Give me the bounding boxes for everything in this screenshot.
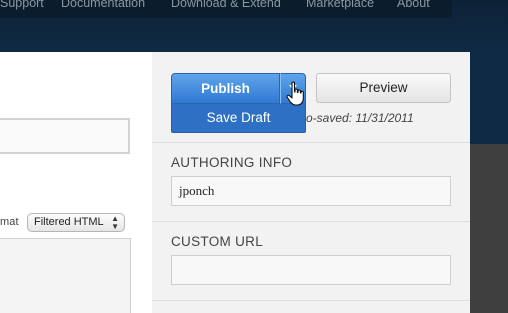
- preview-button[interactable]: Preview: [316, 73, 451, 103]
- autosave-status: o-saved: 11/31/2011: [306, 111, 414, 125]
- divider: [152, 142, 470, 143]
- page-background: [470, 52, 508, 144]
- text-format-value: Filtered HTML: [34, 216, 104, 228]
- text-format-select[interactable]: Filtered HTML ▲ ▼: [27, 213, 125, 232]
- nav-item-marketplace[interactable]: Marketplace: [306, 0, 374, 10]
- title-input[interactable]: [0, 118, 130, 154]
- text-format-label: mat: [0, 216, 19, 228]
- custom-url-label: CUSTOM URL: [171, 234, 264, 249]
- select-arrows-icon: ▲ ▼: [111, 214, 119, 231]
- author-input[interactable]: jponch: [171, 176, 451, 206]
- authoring-info-label: AUTHORING INFO: [171, 155, 293, 170]
- nav-item-documentation[interactable]: Documentation: [61, 0, 145, 10]
- editor-main: mat Filtered HTML ▲ ▼: [0, 52, 152, 313]
- divider: [152, 221, 470, 222]
- publish-sidebar: Publish Save Draft Preview o-saved: 11/3…: [152, 52, 470, 313]
- body-editor-textarea[interactable]: [0, 238, 131, 313]
- site-header: Support Documentation Download & Extend …: [0, 0, 508, 52]
- publish-button[interactable]: Publish: [171, 73, 280, 104]
- nav-item-about[interactable]: About: [397, 0, 430, 10]
- page-background: [470, 144, 508, 313]
- hand-pointer-icon: [286, 81, 304, 106]
- nav-item-download-extend[interactable]: Download & Extend: [171, 0, 281, 10]
- top-navigation: Support Documentation Download & Extend …: [0, 0, 452, 18]
- nav-item-support[interactable]: Support: [0, 0, 44, 10]
- save-draft-option[interactable]: Save Draft: [171, 104, 306, 133]
- divider: [152, 300, 470, 301]
- custom-url-input[interactable]: [171, 255, 451, 285]
